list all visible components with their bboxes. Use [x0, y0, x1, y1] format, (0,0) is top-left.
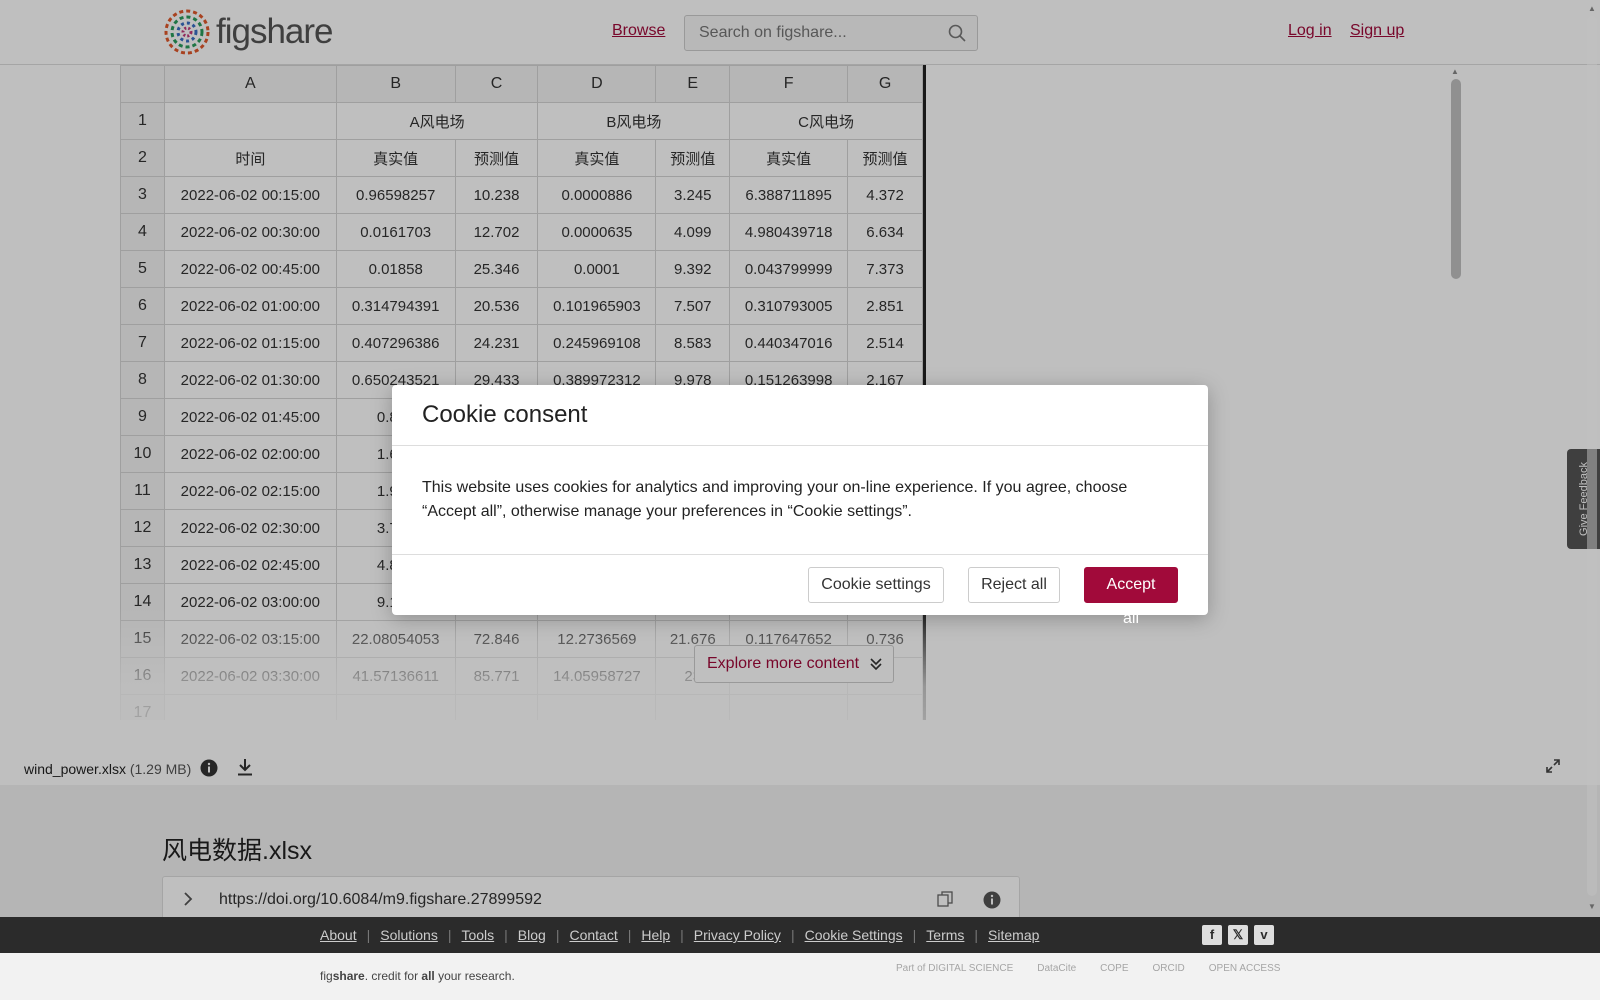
tagline-mid: . credit for	[364, 969, 422, 983]
digital-science-logo[interactable]: Part of DIGITAL SCIENCE	[896, 963, 1013, 974]
footer-link-contact[interactable]: Contact	[569, 927, 617, 943]
footer-separator: |	[504, 927, 508, 943]
footer-separator: |	[680, 927, 684, 943]
tagline-post: your research.	[434, 969, 515, 983]
footer-separator: |	[627, 927, 632, 943]
scroll-up-arrow-icon[interactable]: ▲	[1588, 4, 1596, 13]
footer-separator: |	[555, 927, 560, 943]
footer-link-item: | Blog	[494, 927, 546, 943]
reject-all-button[interactable]: Reject all	[968, 567, 1060, 603]
footer-link-item: | Sitemap	[964, 927, 1039, 943]
tagline-fig: fig	[320, 969, 333, 983]
cookie-dialog-text: This website uses cookies for analytics …	[422, 479, 1128, 520]
footer-separator: |	[790, 927, 795, 943]
footer-separator: |	[366, 927, 371, 943]
footer-link-item: | Cookie Settings	[781, 927, 903, 943]
footer-link-about[interactable]: About	[320, 927, 357, 943]
divider	[392, 445, 1208, 446]
open-access-logo[interactable]: OPEN ACCESS	[1209, 963, 1281, 974]
cookie-consent-dialog: Cookie consent This website uses cookies…	[392, 385, 1208, 627]
footer-link-item: | Tools	[438, 927, 494, 943]
footer-link-cookie-settings[interactable]: Cookie Settings	[805, 927, 903, 943]
footer-link-solutions[interactable]: Solutions	[380, 927, 438, 943]
facebook-icon[interactable]: f	[1202, 925, 1222, 945]
cookie-settings-button[interactable]: Cookie settings	[808, 567, 944, 603]
footer-link-tools[interactable]: Tools	[461, 927, 494, 943]
partner-logos: Part of DIGITAL SCIENCE DataCite COPE OR…	[896, 963, 1280, 974]
footer-link-sitemap[interactable]: Sitemap	[988, 927, 1039, 943]
footer-separator: |	[974, 927, 979, 943]
divider	[392, 554, 1208, 555]
footer-link-terms[interactable]: Terms	[926, 927, 964, 943]
x-twitter-icon[interactable]: 𝕏	[1228, 925, 1248, 945]
footer-link-privacy-policy[interactable]: Privacy Policy	[694, 927, 781, 943]
cookie-dialog-title: Cookie consent	[422, 401, 588, 428]
footer-link-item: | Contact	[546, 927, 618, 943]
social-links: f 𝕏 v	[1202, 925, 1274, 945]
page-scrollbar[interactable]: ▲ ▼	[1584, 0, 1600, 917]
footer-link-item: | Privacy Policy	[670, 927, 781, 943]
footer-link-item: About	[320, 927, 357, 943]
footer-tagline: figshare. credit for all your research.	[320, 969, 515, 983]
page-scroll-thumb[interactable]	[1587, 16, 1597, 896]
footer-bottom: figshare. credit for all your research. …	[0, 953, 1600, 1000]
footer-separator: |	[912, 927, 917, 943]
tagline-all: all	[421, 969, 435, 983]
footer-link-help[interactable]: Help	[641, 927, 670, 943]
footer-link-item: | Solutions	[357, 927, 438, 943]
tagline-brand: share	[332, 969, 365, 983]
cope-logo[interactable]: COPE	[1100, 963, 1128, 974]
footer-separator: |	[447, 927, 452, 943]
vimeo-icon[interactable]: v	[1254, 925, 1274, 945]
footer-nav: About | Solutions | Tools | Blog | Contact | Help |…	[0, 917, 1600, 953]
footer-link-item: | Help	[618, 927, 670, 943]
accept-all-button[interactable]: Accept all	[1084, 567, 1178, 627]
footer-link-item: | Terms	[903, 927, 965, 943]
scroll-down-arrow-icon[interactable]: ▼	[1588, 902, 1596, 911]
datacite-logo[interactable]: DataCite	[1037, 963, 1076, 974]
footer-link-blog[interactable]: Blog	[518, 927, 546, 943]
orcid-logo[interactable]: ORCID	[1153, 963, 1185, 974]
